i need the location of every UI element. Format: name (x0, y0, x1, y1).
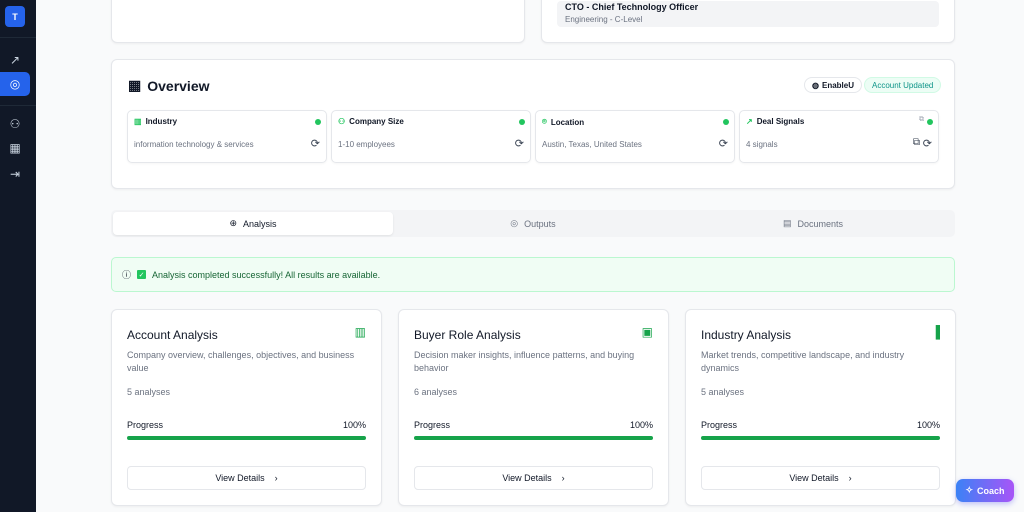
progress-fill (701, 436, 940, 440)
overview-title: ▦ Overview (128, 77, 210, 94)
progress-bar (701, 436, 940, 440)
industry-analysis-card: Industry Analysis ▐ Market trends, compet… (685, 309, 956, 506)
progress-label: Progress (701, 420, 738, 430)
progress-label: Progress (127, 420, 164, 430)
logo[interactable]: T (5, 6, 25, 27)
tile-industry: ▥ Industry information technology & servi… (127, 110, 327, 163)
info-icon: ⓘ (122, 270, 132, 280)
company-badge: ◍ EnableU (804, 77, 862, 93)
card-title: Buyer Role Analysis (414, 328, 521, 342)
divider (0, 105, 36, 106)
tile-value: information technology & services (134, 140, 254, 149)
card-desc: Decision maker insights, influence patte… (414, 350, 635, 373)
logout-icon[interactable]: ⇥ (6, 165, 24, 183)
compass-icon: ⊕ (229, 218, 238, 228)
tabs: ⊕ Analysis ◎ Outputs ▤ Documents (111, 210, 955, 237)
refresh-icon[interactable]: ⟳ (923, 137, 932, 150)
chevron-right-icon: › (848, 473, 852, 483)
status-dot (723, 119, 729, 125)
role-box: CTO - Chief Technology Officer Engineeri… (557, 1, 939, 27)
card-title: Account Analysis (127, 328, 218, 342)
tile-value: 1-10 employees (338, 140, 395, 149)
card-title: Industry Analysis (701, 328, 792, 342)
coach-button[interactable]: ✧ Coach (956, 479, 1014, 502)
card-count: 5 analyses (701, 387, 745, 397)
external-link-icon[interactable]: ⧉ (913, 137, 920, 148)
refresh-icon[interactable]: ⟳ (719, 137, 728, 150)
role-title: CTO - Chief Technology Officer (565, 2, 699, 12)
divider (0, 37, 36, 38)
building-icon: ▦ (128, 77, 142, 93)
external-link-icon[interactable]: ⧉ (919, 116, 924, 124)
check-icon: ✓ (137, 270, 147, 279)
users-icon: ⚇ (338, 117, 346, 126)
tile-value: Austin, Texas, United States (542, 140, 642, 149)
building-icon[interactable]: ▦ (6, 139, 24, 157)
top-right-card: CTO - Chief Technology Officer Engineeri… (541, 0, 955, 43)
card-count: 6 analyses (414, 387, 458, 397)
sparkles-icon: ✧ (965, 485, 974, 495)
progress-fill (127, 436, 366, 440)
status-dot (927, 119, 933, 125)
card-count: 5 analyses (127, 387, 171, 397)
progress-value: 100% (342, 420, 366, 430)
tab-analysis[interactable]: ⊕ Analysis (113, 212, 393, 235)
chevron-right-icon: › (274, 473, 278, 483)
overview-card: ▦ Overview ◍ EnableU Account Updated ▥ Indu… (111, 59, 955, 189)
building-icon: ▥ (354, 325, 366, 339)
tile-location: ⌾ Location Austin, Texas, United States ⟳ (535, 110, 735, 163)
card-desc: Market trends, competitive landscape, an… (701, 350, 905, 373)
target-icon: ◎ (510, 218, 519, 228)
view-details-button[interactable]: View Details › (414, 466, 653, 490)
role-sub: Engineering - C-Level (565, 15, 643, 24)
trending-up-icon[interactable]: ↗ (6, 51, 24, 69)
trending-up-icon: ↗ (746, 117, 753, 126)
status-dot (315, 119, 321, 125)
success-alert: ⓘ ✓ Analysis completed successfully! All r… (111, 257, 955, 292)
tile-company-size: ⚇ Company Size 1-10 employees ⟳ (331, 110, 531, 163)
globe-icon: ◍ (812, 80, 819, 90)
sidebar: T ↗ ◎ ⚇ ▦ ⇥ (0, 0, 36, 512)
progress-value: 100% (916, 420, 940, 430)
tab-documents[interactable]: ▤ Documents (673, 212, 953, 235)
tile-deal-signals: ↗ Deal Signals ⧉ 4 signals ⧉ ⟳ (739, 110, 939, 163)
card-desc: Company overview, challenges, objectives… (127, 350, 355, 373)
view-details-button[interactable]: View Details › (701, 466, 940, 490)
chevron-right-icon: › (561, 473, 565, 483)
view-details-button[interactable]: View Details › (127, 466, 366, 490)
account-analysis-card: Account Analysis ▥ Company overview, chal… (111, 309, 382, 506)
bar-chart-icon: ▐ (931, 325, 940, 339)
progress-fill (414, 436, 653, 440)
briefcase-icon: ▣ (641, 325, 653, 339)
tile-value: 4 signals (746, 140, 778, 149)
map-pin-icon: ⌾ (542, 117, 547, 126)
top-left-card (111, 0, 525, 43)
progress-label: Progress (414, 420, 451, 430)
refresh-icon[interactable]: ⟳ (311, 137, 320, 150)
tab-outputs[interactable]: ◎ Outputs (393, 212, 673, 235)
refresh-icon[interactable]: ⟳ (515, 137, 524, 150)
status-dot (519, 119, 525, 125)
buyer-role-analysis-card: Buyer Role Analysis ▣ Decision maker insi… (398, 309, 669, 506)
document-icon: ▤ (782, 218, 792, 228)
building-icon: ▥ (134, 117, 142, 126)
status-badge: Account Updated (864, 77, 942, 93)
target-icon[interactable]: ◎ (0, 72, 30, 96)
progress-value: 100% (629, 420, 653, 430)
user-icon[interactable]: ⚇ (6, 115, 24, 133)
progress-bar (414, 436, 653, 440)
progress-bar (127, 436, 366, 440)
